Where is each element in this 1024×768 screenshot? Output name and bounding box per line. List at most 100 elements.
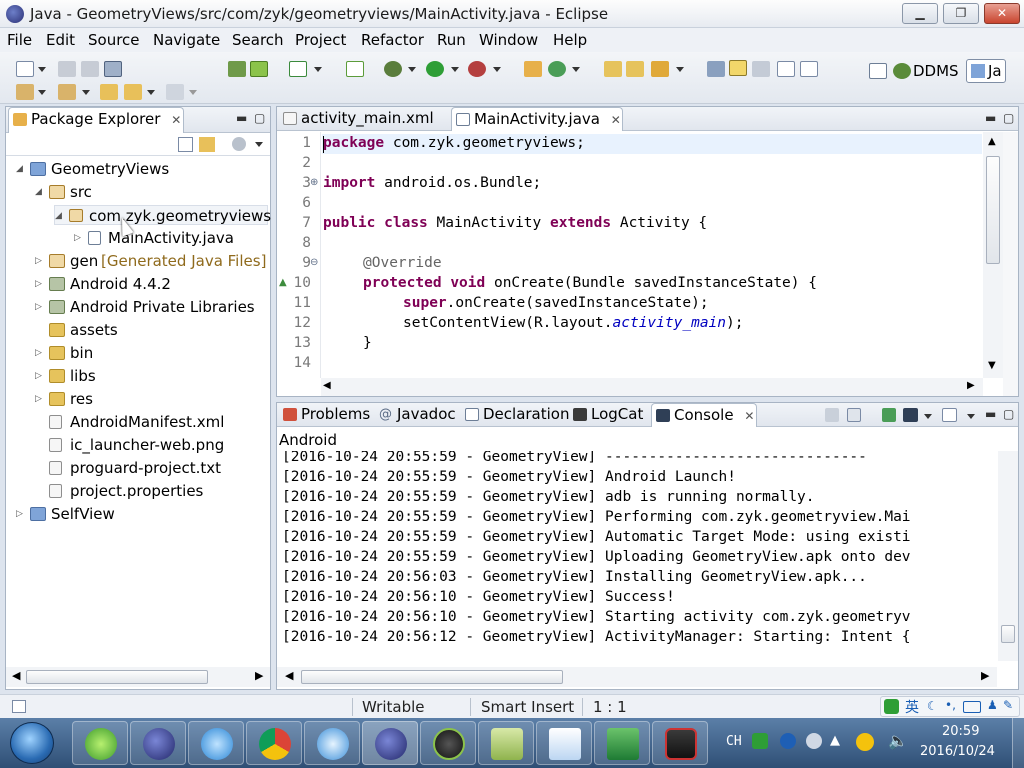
back-icon[interactable] bbox=[124, 84, 142, 100]
ime-moon-icon[interactable]: ☾ bbox=[927, 699, 938, 713]
ime-logo-icon[interactable] bbox=[884, 699, 899, 714]
new-class-dropdown-icon[interactable] bbox=[572, 67, 580, 72]
task-notes-app[interactable] bbox=[478, 721, 534, 765]
ddms-icon[interactable] bbox=[893, 63, 911, 79]
task-recorder[interactable] bbox=[652, 721, 708, 765]
code-line-7[interactable]: public class MainActivity extends Activi… bbox=[323, 215, 707, 231]
save-all-icon[interactable] bbox=[81, 61, 99, 77]
tab-logcat[interactable]: LogCat bbox=[569, 403, 649, 427]
fold-expand-icon[interactable]: ⊕ bbox=[310, 177, 318, 188]
scroll-lock-icon[interactable] bbox=[847, 408, 861, 422]
scroll-right-icon[interactable]: ▶ bbox=[981, 669, 989, 682]
tab-package-explorer[interactable]: Package Explorer ✕ bbox=[8, 107, 184, 133]
tab-javadoc[interactable]: @ Javadoc bbox=[375, 403, 461, 427]
tab-problems[interactable]: Problems bbox=[279, 403, 373, 427]
task-android-app[interactable] bbox=[420, 721, 476, 765]
toggle-block-selection-icon[interactable] bbox=[752, 61, 770, 77]
code-line-11[interactable]: super.onCreate(savedInstanceState); bbox=[403, 295, 709, 311]
new-dropdown-icon[interactable] bbox=[38, 67, 46, 72]
menu-navigate[interactable]: Navigate bbox=[153, 31, 220, 49]
link-with-editor-icon[interactable] bbox=[199, 137, 215, 152]
run-dropdown-icon[interactable] bbox=[451, 67, 459, 72]
android-sdk-manager-icon[interactable] bbox=[228, 61, 246, 77]
ime-keyboard-icon[interactable] bbox=[963, 701, 981, 713]
tab-mainactivity-java[interactable]: MainActivity.java ✕ bbox=[451, 107, 623, 131]
editor-vscrollbar[interactable]: ▲ ▼ bbox=[983, 132, 1003, 378]
task-excel[interactable] bbox=[594, 721, 650, 765]
print-icon[interactable] bbox=[104, 61, 122, 77]
show-whitespace-icon[interactable] bbox=[777, 61, 795, 77]
collapsed-arrow-icon[interactable]: ▷ bbox=[35, 274, 42, 294]
open-type-icon[interactable] bbox=[604, 61, 622, 77]
tab-close-icon[interactable]: ✕ bbox=[744, 409, 754, 423]
maximize-button[interactable]: ❐ bbox=[943, 3, 979, 24]
external-tools-dropdown-icon[interactable] bbox=[493, 67, 501, 72]
task-eclipse-2[interactable] bbox=[362, 721, 418, 765]
ime-punct-icon[interactable]: •, bbox=[945, 698, 956, 712]
scroll-left-icon[interactable]: ◀ bbox=[285, 669, 293, 682]
tray-network-icon[interactable] bbox=[856, 733, 874, 751]
tab-activity-main-xml[interactable]: activity_main.xml bbox=[279, 107, 447, 131]
fast-view-icon[interactable] bbox=[12, 700, 26, 713]
tray-show-hidden-icon[interactable]: ▲ bbox=[830, 733, 840, 748]
toggle-mark-occurrences-icon[interactable] bbox=[707, 61, 725, 77]
task-ie[interactable] bbox=[72, 721, 128, 765]
tab-console[interactable]: Console ✕ bbox=[651, 403, 757, 427]
menu-file[interactable]: File bbox=[7, 31, 32, 49]
open-console-dropdown-icon[interactable] bbox=[967, 414, 975, 419]
view-menu-dropdown-icon[interactable] bbox=[255, 142, 263, 147]
back-dropdown-icon[interactable] bbox=[147, 90, 155, 95]
collapsed-arrow-icon[interactable]: ▷ bbox=[35, 251, 42, 271]
editor-minimize-icon[interactable]: ▬ bbox=[985, 111, 996, 125]
editor-hscrollbar[interactable]: ◀ ▶ bbox=[321, 378, 983, 396]
last-edit-location-icon[interactable] bbox=[100, 84, 118, 100]
tray-ime-icon[interactable] bbox=[752, 733, 768, 749]
scroll-up-icon[interactable]: ▲ bbox=[988, 136, 996, 147]
code-line-9[interactable]: @Override bbox=[363, 255, 442, 271]
menu-source[interactable]: Source bbox=[88, 31, 140, 49]
close-button[interactable]: ✕ bbox=[984, 3, 1020, 24]
panel-maximize-icon[interactable]: ▢ bbox=[254, 111, 265, 125]
clock-date[interactable]: 2016/10/24 bbox=[920, 744, 995, 759]
task-notepad[interactable] bbox=[536, 721, 592, 765]
run-icon[interactable] bbox=[426, 61, 444, 77]
package-explorer-hscrollbar[interactable]: ◀ ▶ bbox=[6, 667, 270, 687]
console-minimize-icon[interactable]: ▬ bbox=[985, 407, 996, 421]
open-console-icon[interactable] bbox=[942, 408, 957, 422]
menu-edit[interactable]: Edit bbox=[46, 31, 75, 49]
display-console-dropdown-icon[interactable] bbox=[924, 414, 932, 419]
task-eclipse-1[interactable] bbox=[130, 721, 186, 765]
search-dropdown-icon[interactable] bbox=[676, 67, 684, 72]
menu-help[interactable]: Help bbox=[553, 31, 587, 49]
expanded-arrow-icon[interactable]: ◢ bbox=[55, 206, 62, 226]
new-java-class-icon[interactable] bbox=[548, 61, 566, 77]
collapse-all-icon[interactable] bbox=[178, 137, 193, 152]
console-maximize-icon[interactable]: ▢ bbox=[1003, 407, 1014, 421]
save-icon[interactable] bbox=[58, 61, 76, 77]
previous-annotation-icon[interactable] bbox=[58, 84, 76, 100]
clear-console-icon[interactable] bbox=[825, 408, 839, 422]
scroll-thumb[interactable] bbox=[26, 670, 208, 684]
tray-volume-icon[interactable]: 🔈 bbox=[888, 731, 908, 750]
task-network-app[interactable] bbox=[188, 721, 244, 765]
pin-console-icon[interactable] bbox=[882, 408, 896, 422]
menu-refactor[interactable]: Refactor bbox=[361, 31, 424, 49]
scroll-right-icon[interactable]: ▶ bbox=[967, 380, 975, 391]
next-annotation-icon[interactable] bbox=[16, 84, 34, 100]
code-line-13[interactable]: } bbox=[363, 335, 372, 351]
view-menu-icon[interactable] bbox=[232, 137, 246, 151]
tray-settings-icon[interactable] bbox=[806, 733, 822, 749]
tray-help-icon[interactable] bbox=[780, 733, 796, 749]
editor-maximize-icon[interactable]: ▢ bbox=[1003, 111, 1014, 125]
panel-minimize-icon[interactable]: ▬ bbox=[236, 111, 247, 125]
search-icon[interactable] bbox=[651, 61, 669, 77]
tree-item-package[interactable]: ◢ com.zyk.geometryviews bbox=[54, 205, 271, 226]
perspective-java[interactable]: Ja bbox=[966, 59, 1006, 83]
debug-icon[interactable] bbox=[384, 61, 402, 77]
code-line-12[interactable]: setContentView(R.layout.activity_main); bbox=[403, 315, 743, 331]
perspective-ddms[interactable]: DDMS bbox=[913, 62, 959, 80]
menu-run[interactable]: Run bbox=[437, 31, 466, 49]
lint-icon[interactable] bbox=[346, 61, 364, 77]
collapsed-arrow-icon[interactable]: ▷ bbox=[35, 343, 42, 363]
console-output[interactable]: [2016-10-24 20:55:59 - GeometryView] ---… bbox=[277, 451, 997, 661]
